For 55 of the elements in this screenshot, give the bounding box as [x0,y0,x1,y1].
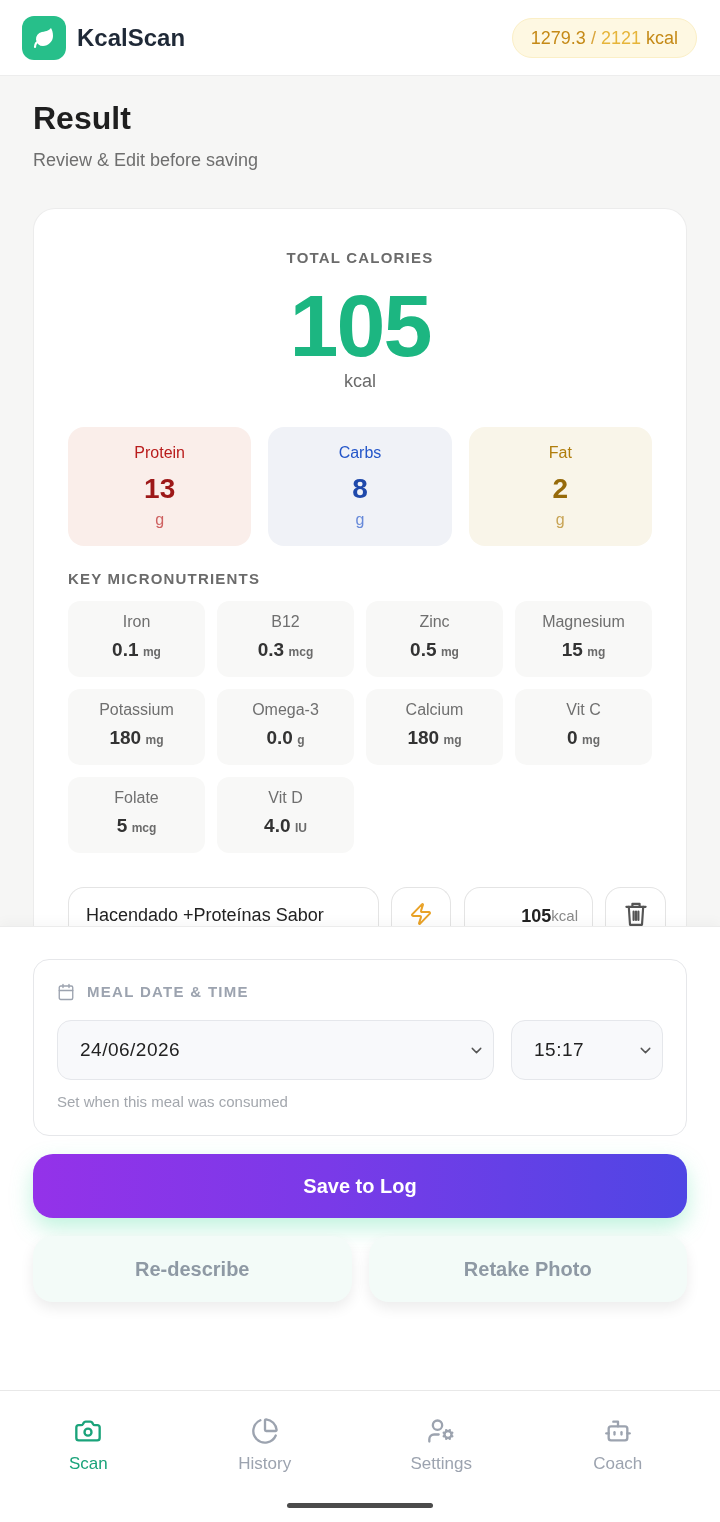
user-gear-icon [427,1417,456,1445]
leaf-logo-icon [22,15,66,60]
nutrient-amount: 0.3 mcg [257,638,314,662]
nutrient-name: Calcium [405,700,464,720]
nav-tab[interactable]: Coach [585,1391,651,1474]
nav-tab[interactable]: Scan [60,1391,116,1474]
macro-value: 8 [352,472,368,506]
nutrient-name: Folate [114,788,159,808]
nutrient-name: Zinc [419,612,450,632]
delete-button[interactable] [605,887,666,926]
nutrient-name: Iron [122,612,151,632]
nutrient-amount: 0.5 mg [410,638,459,662]
micronutrients-title: KEY MICRONUTRIENTS [68,570,262,588]
nav-tab[interactable]: History [230,1391,300,1474]
total-calories-label: TOTAL CALORIES [285,249,435,267]
nutrient-amount: 180 mg [407,726,462,750]
nav-tab[interactable]: Settings [402,1391,480,1474]
macro-value: 2 [552,472,569,506]
macro-label: Fat [548,443,572,463]
macro-unit: g [355,510,365,530]
nutrient-amount: 180 mg [109,726,164,750]
macro-unit: g [155,510,165,530]
nutrient-name: B12 [271,612,300,632]
page-subtitle: Review & Edit before saving [33,149,260,171]
calories-input[interactable]: 105kcal [464,887,593,926]
total-calories-unit: kcal [343,370,377,392]
lightning-icon [409,902,433,926]
nutrient-amount: 0.1 mg [112,638,161,662]
pie-chart-icon [250,1417,279,1445]
save-button[interactable]: Save to Log [33,1154,687,1218]
page-title: Result [33,99,132,137]
macro-unit: g [555,510,565,530]
nutrient-name: Vit C [566,700,601,720]
meal-time-title: MEAL DATE & TIME [87,983,249,1001]
meal-time-hint: Set when this meal was consumed [57,1093,289,1111]
nutrient-name: Magnesium [542,612,625,632]
date-select[interactable]: 24/06/2026 [57,1020,494,1080]
total-calories-value: 105 [288,282,432,370]
nutrient-name: Omega-3 [252,700,319,720]
nutrient-amount: 0.0 g [266,726,305,750]
macro-value: 13 [144,472,176,506]
nutrient-amount: 15 mg [561,638,606,662]
app-name: KcalScan [77,23,186,52]
food-name-input[interactable]: Hacendado +Proteínas Sabor [68,887,379,926]
nutrient-name: Potassium [99,700,174,720]
nutrient-amount: 0 mg [567,726,600,750]
trash-icon [623,902,648,926]
nutrient-amount: 4.0 IU [264,814,307,838]
time-select[interactable]: 15:17 [511,1020,663,1080]
macro-label: Protein [134,443,185,463]
macro-label: Carbs [338,443,382,463]
calendar-icon [57,983,75,1001]
calorie-pill: 1279.3 / 2121 kcal [511,17,697,58]
nutrient-name: Vit D [268,788,303,808]
nutrient-amount: 5 mcg [116,814,157,838]
